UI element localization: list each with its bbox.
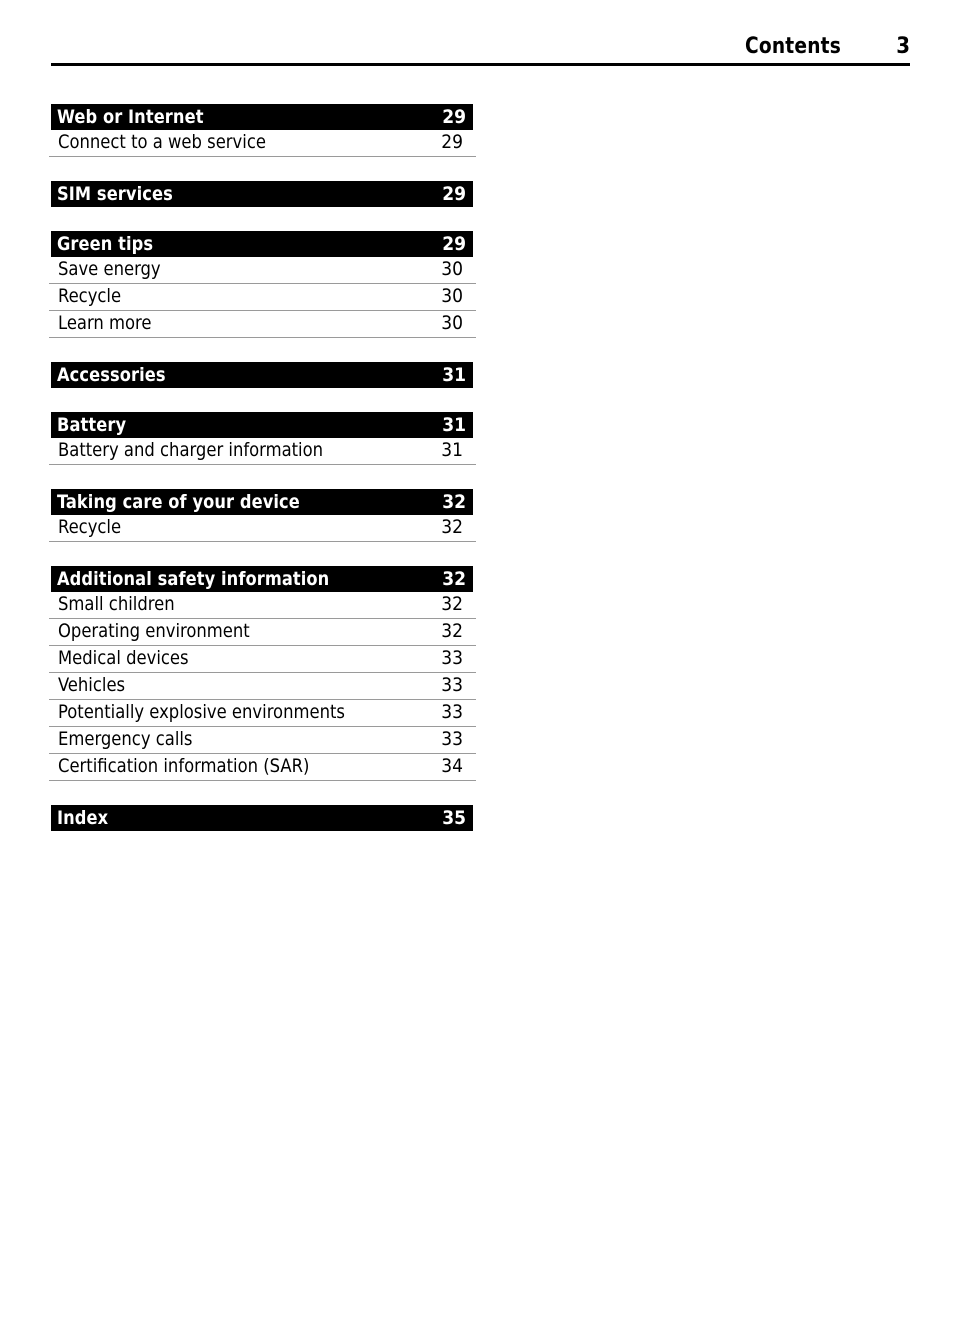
toc-heading-label: Index [57, 807, 109, 829]
toc-heading-page-number: 29 [442, 233, 466, 255]
toc-heading-page-number: 31 [442, 414, 466, 436]
toc-section: Green tips 29 Save energy 30 Recycle 30 Learn … [0, 231, 954, 338]
toc-heading-label: Taking care of your device [57, 491, 300, 513]
page-header: Contents 3 [51, 30, 910, 66]
document-page: Contents 3 Web or Internet 29 Connect to a… [0, 0, 954, 1322]
toc-entry-page-number: 33 [441, 646, 463, 669]
toc-section: Index 35 [0, 805, 954, 831]
toc-entry-label: Potentially explosive environments [58, 700, 345, 723]
toc-heading-page-number: 29 [442, 106, 466, 128]
toc-entry-list: Connect to a web service 29 [0, 130, 954, 157]
toc-entry-page-number: 30 [441, 257, 463, 280]
toc-entry-page-number: 30 [441, 284, 463, 307]
toc-entry[interactable]: Save energy 30 [49, 257, 476, 284]
toc-section: Battery 31 Battery and charger information… [0, 412, 954, 465]
toc-heading-page-number: 35 [442, 807, 466, 829]
toc-heading[interactable]: Green tips 29 [51, 231, 473, 257]
toc-heading[interactable]: Accessories 31 [51, 362, 473, 388]
toc-entry[interactable]: Recycle 30 [49, 284, 476, 311]
toc-heading-page-number: 32 [442, 568, 466, 590]
toc-entry[interactable]: Learn more 30 [49, 311, 476, 338]
toc-entry-label: Recycle [58, 515, 122, 538]
toc-heading-label: Accessories [57, 364, 166, 386]
toc-heading-page-number: 32 [442, 491, 466, 513]
toc-entry-label: Recycle [58, 284, 122, 307]
toc-entry-label: Emergency calls [58, 727, 193, 750]
toc-heading-label: SIM services [57, 183, 173, 205]
toc-entry-page-number: 32 [441, 619, 463, 642]
toc-entry-page-number: 29 [441, 130, 463, 153]
toc-heading[interactable]: Taking care of your device 32 [51, 489, 473, 515]
toc-heading[interactable]: SIM services 29 [51, 181, 473, 207]
toc-heading-page-number: 31 [442, 364, 466, 386]
toc-section: SIM services 29 [0, 181, 954, 207]
page-title: Contents [744, 34, 841, 59]
toc-entry-page-number: 32 [441, 592, 463, 615]
toc-entry[interactable]: Battery and charger information 31 [49, 438, 476, 465]
toc-entry-label: Small children [58, 592, 175, 615]
toc-entry[interactable]: Potentially explosive environments 33 [49, 700, 476, 727]
toc-entry-page-number: 33 [441, 727, 463, 750]
toc-section: Additional safety information 32 Small chi… [0, 566, 954, 781]
toc-entry-page-number: 33 [441, 673, 463, 696]
toc-heading[interactable]: Index 35 [51, 805, 473, 831]
toc-section: Taking care of your device 32 Recycle 32 [0, 489, 954, 542]
toc-heading-page-number: 29 [442, 183, 466, 205]
toc-entry[interactable]: Certification information (SAR) 34 [49, 754, 476, 781]
toc-entry[interactable]: Operating environment 32 [49, 619, 476, 646]
toc-entry-label: Operating environment [58, 619, 250, 642]
toc-entry[interactable]: Connect to a web service 29 [49, 130, 476, 157]
table-of-contents: Web or Internet 29 Connect to a web servic… [0, 104, 954, 831]
toc-entry-list: Battery and charger information 31 [0, 438, 954, 465]
toc-entry-list: Recycle 32 [0, 515, 954, 542]
toc-section: Accessories 31 [0, 362, 954, 388]
toc-entry-label: Certification information (SAR) [58, 754, 310, 777]
toc-entry-page-number: 33 [441, 700, 463, 723]
toc-entry-page-number: 30 [441, 311, 463, 334]
page-number: 3 [896, 34, 910, 59]
toc-heading[interactable]: Web or Internet 29 [51, 104, 473, 130]
toc-heading[interactable]: Battery 31 [51, 412, 473, 438]
page-header-content: Contents 3 [742, 34, 910, 59]
toc-entry-page-number: 31 [441, 438, 463, 461]
toc-entry-list: Small children 32 Operating environment 32 M… [0, 592, 954, 781]
toc-entry-label: Battery and charger information [58, 438, 324, 461]
toc-entry[interactable]: Small children 32 [49, 592, 476, 619]
toc-entry-label: Vehicles [58, 673, 126, 696]
toc-entry-label: Medical devices [58, 646, 189, 669]
toc-section: Web or Internet 29 Connect to a web servic… [0, 104, 954, 157]
toc-heading-label: Additional safety information [57, 568, 330, 590]
toc-heading-label: Web or Internet [57, 106, 204, 128]
toc-entry[interactable]: Emergency calls 33 [49, 727, 476, 754]
toc-entry-label: Save energy [58, 257, 161, 280]
toc-entry[interactable]: Vehicles 33 [49, 673, 476, 700]
toc-entry[interactable]: Recycle 32 [49, 515, 476, 542]
toc-entry-page-number: 32 [441, 515, 463, 538]
toc-entry-list: Save energy 30 Recycle 30 Learn more 30 [0, 257, 954, 338]
toc-entry-label: Learn more [58, 311, 152, 334]
toc-entry-label: Connect to a web service [58, 130, 266, 153]
toc-entry[interactable]: Medical devices 33 [49, 646, 476, 673]
toc-heading[interactable]: Additional safety information 32 [51, 566, 473, 592]
toc-heading-label: Battery [57, 414, 127, 436]
toc-heading-label: Green tips [57, 233, 154, 255]
toc-entry-page-number: 34 [441, 754, 463, 777]
